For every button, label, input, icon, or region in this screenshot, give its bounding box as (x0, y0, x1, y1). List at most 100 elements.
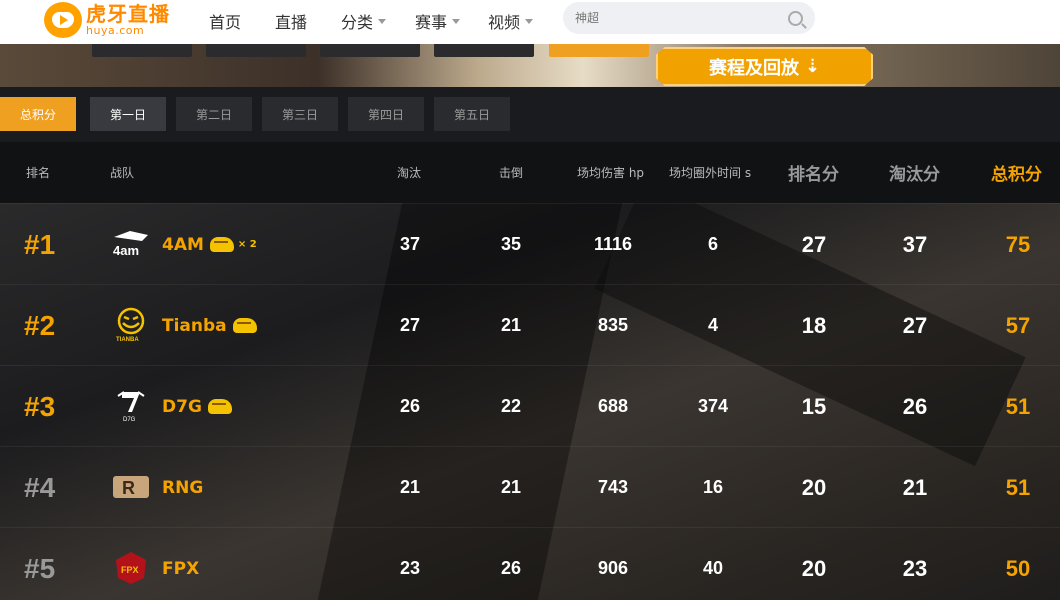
top-nav: 虎牙直播 huya.com 首页 直播 分类 赛事 视频 (0, 0, 1060, 44)
svg-text:TIANBA: TIANBA (116, 337, 139, 343)
cell-knockdowns: 22 (500, 396, 522, 416)
cell-total-points: 75 (1005, 231, 1031, 257)
search-icon[interactable] (788, 10, 803, 26)
svg-text:R: R (122, 478, 135, 498)
tab-day-1[interactable]: 第一日 (90, 97, 166, 131)
cell-avg-outside-time: 4 (707, 315, 718, 335)
header-rank: 排名 (26, 166, 51, 180)
banner-tab[interactable] (92, 44, 192, 57)
rank-label: #2 (24, 309, 56, 341)
cell-knockdowns: 21 (500, 477, 522, 497)
double-chevron-down-icon: ⇣ (804, 56, 821, 77)
cell-avg-outside-time: 40 (702, 558, 724, 578)
cell-knockdowns: 26 (500, 558, 522, 578)
banner-tab-active[interactable] (549, 44, 649, 57)
header-total-points: 总积分 (991, 165, 1042, 185)
tab-day-5[interactable]: 第五日 (434, 97, 510, 131)
cell-eliminations: 21 (399, 477, 421, 497)
cell-avg-outside-time: 16 (702, 477, 724, 497)
tab-day-4[interactable]: 第四日 (348, 97, 424, 131)
cell-avg-outside-time: 374 (697, 396, 729, 416)
svg-text:D7G: D7G (123, 417, 136, 423)
rank-label: #4 (24, 471, 56, 503)
team-name: RNG (162, 477, 204, 498)
team-name: Tianba (162, 285, 257, 366)
cell-total-points: 51 (1005, 393, 1031, 419)
cell-avg-damage: 835 (597, 315, 629, 335)
cell-eliminations: 26 (399, 396, 421, 416)
tab-day-2[interactable]: 第二日 (176, 97, 252, 131)
chevron-down-icon (525, 18, 534, 24)
event-banner (0, 44, 1060, 87)
schedule-replay-button[interactable]: 赛程及回放 ⇣ (656, 47, 873, 86)
header-knockdowns: 击倒 (499, 166, 524, 180)
team-logo-fpx: FPX (110, 550, 152, 586)
cell-total-points: 57 (1005, 312, 1031, 338)
cell-elim-points: 37 (902, 231, 928, 257)
day-tabs: 总积分 第一日 第二日 第三日 第四日 第五日 (0, 87, 1060, 142)
table-row[interactable]: #3 D7G D7G 26 22 688 374 15 26 51 (0, 365, 1060, 446)
cell-rank-points: 20 (801, 474, 827, 500)
cell-elim-points: 23 (902, 555, 928, 581)
header-avg-damage: 场均伤害 hp (577, 166, 645, 180)
search-input[interactable] (575, 11, 782, 25)
table-row[interactable]: #2 TIANBA Tianba 27 21 835 4 18 27 57 (0, 284, 1060, 365)
huya-logo[interactable]: 虎牙直播 huya.com (44, 0, 170, 40)
chicken-dinner-icon (232, 318, 257, 333)
banner-tab[interactable] (434, 44, 534, 57)
nav-item-category[interactable]: 分类 (341, 9, 387, 33)
cell-knockdowns: 35 (500, 234, 522, 254)
cell-knockdowns: 21 (500, 315, 522, 335)
banner-tab[interactable] (206, 44, 306, 57)
chicken-dinner-icon (209, 237, 234, 252)
header-team: 战队 (110, 166, 135, 180)
cell-avg-damage: 743 (597, 477, 629, 497)
header-elim-points: 淘汰分 (889, 165, 940, 185)
nav-item-events[interactable]: 赛事 (415, 9, 461, 33)
search-box (563, 2, 815, 34)
nav-item-video[interactable]: 视频 (488, 9, 534, 33)
cell-eliminations: 27 (399, 315, 421, 335)
rank-label: #1 (24, 228, 56, 260)
standings-table: #1 4am 4AM × 2 37 35 1116 6 27 37 75 #2 … (0, 203, 1060, 600)
cell-rank-points: 20 (801, 555, 827, 581)
cell-total-points: 51 (1005, 474, 1031, 500)
standings-header: 排名 战队 淘汰 击倒 场均伤害 hp 场均圈外时间 s 排名分 淘汰分 总积分 (0, 142, 1060, 203)
cell-avg-damage: 1116 (593, 234, 633, 254)
cell-eliminations: 23 (399, 558, 421, 578)
cell-elim-points: 26 (902, 393, 928, 419)
header-eliminations: 淘汰 (397, 166, 422, 180)
team-name: 4AM × 2 (162, 234, 257, 255)
team-name: FPX (162, 558, 200, 579)
tab-day-3[interactable]: 第三日 (262, 97, 338, 131)
cell-total-points: 50 (1005, 555, 1031, 581)
svg-text:FPX: FPX (121, 565, 139, 575)
rank-label: #5 (24, 552, 56, 584)
table-row[interactable]: #1 4am 4AM × 2 37 35 1116 6 27 37 75 (0, 203, 1060, 284)
chicken-multiplier: × 2 (237, 239, 257, 250)
nav-item-home[interactable]: 首页 (209, 9, 241, 33)
cell-avg-damage: 906 (597, 558, 629, 578)
team-logo-d7g: D7G (110, 388, 152, 424)
header-rank-points: 排名分 (788, 165, 839, 185)
cell-elim-points: 27 (902, 312, 928, 338)
table-row[interactable]: #5 FPX FPX 23 26 906 40 20 23 50 (0, 527, 1060, 600)
team-logo-rng: R (110, 469, 152, 505)
chevron-down-icon (452, 18, 461, 24)
chicken-dinner-icon (207, 399, 232, 414)
nav-item-live[interactable]: 直播 (275, 9, 307, 33)
huya-logo-icon (44, 2, 82, 38)
cell-rank-points: 15 (801, 393, 827, 419)
cell-avg-outside-time: 6 (707, 234, 718, 254)
tab-total[interactable]: 总积分 (0, 97, 76, 131)
banner-tab[interactable] (320, 44, 420, 57)
svg-text:4am: 4am (113, 243, 139, 258)
rank-label: #3 (24, 390, 56, 422)
logo-text-en: huya.com (86, 24, 145, 37)
cell-elim-points: 21 (902, 474, 928, 500)
cell-rank-points: 18 (801, 312, 827, 338)
team-name: D7G (162, 366, 232, 447)
header-avg-outside-time: 场均圈外时间 s (669, 166, 752, 180)
cell-avg-damage: 688 (597, 396, 629, 416)
table-row[interactable]: #4 R RNG 21 21 743 16 20 21 51 (0, 446, 1060, 527)
